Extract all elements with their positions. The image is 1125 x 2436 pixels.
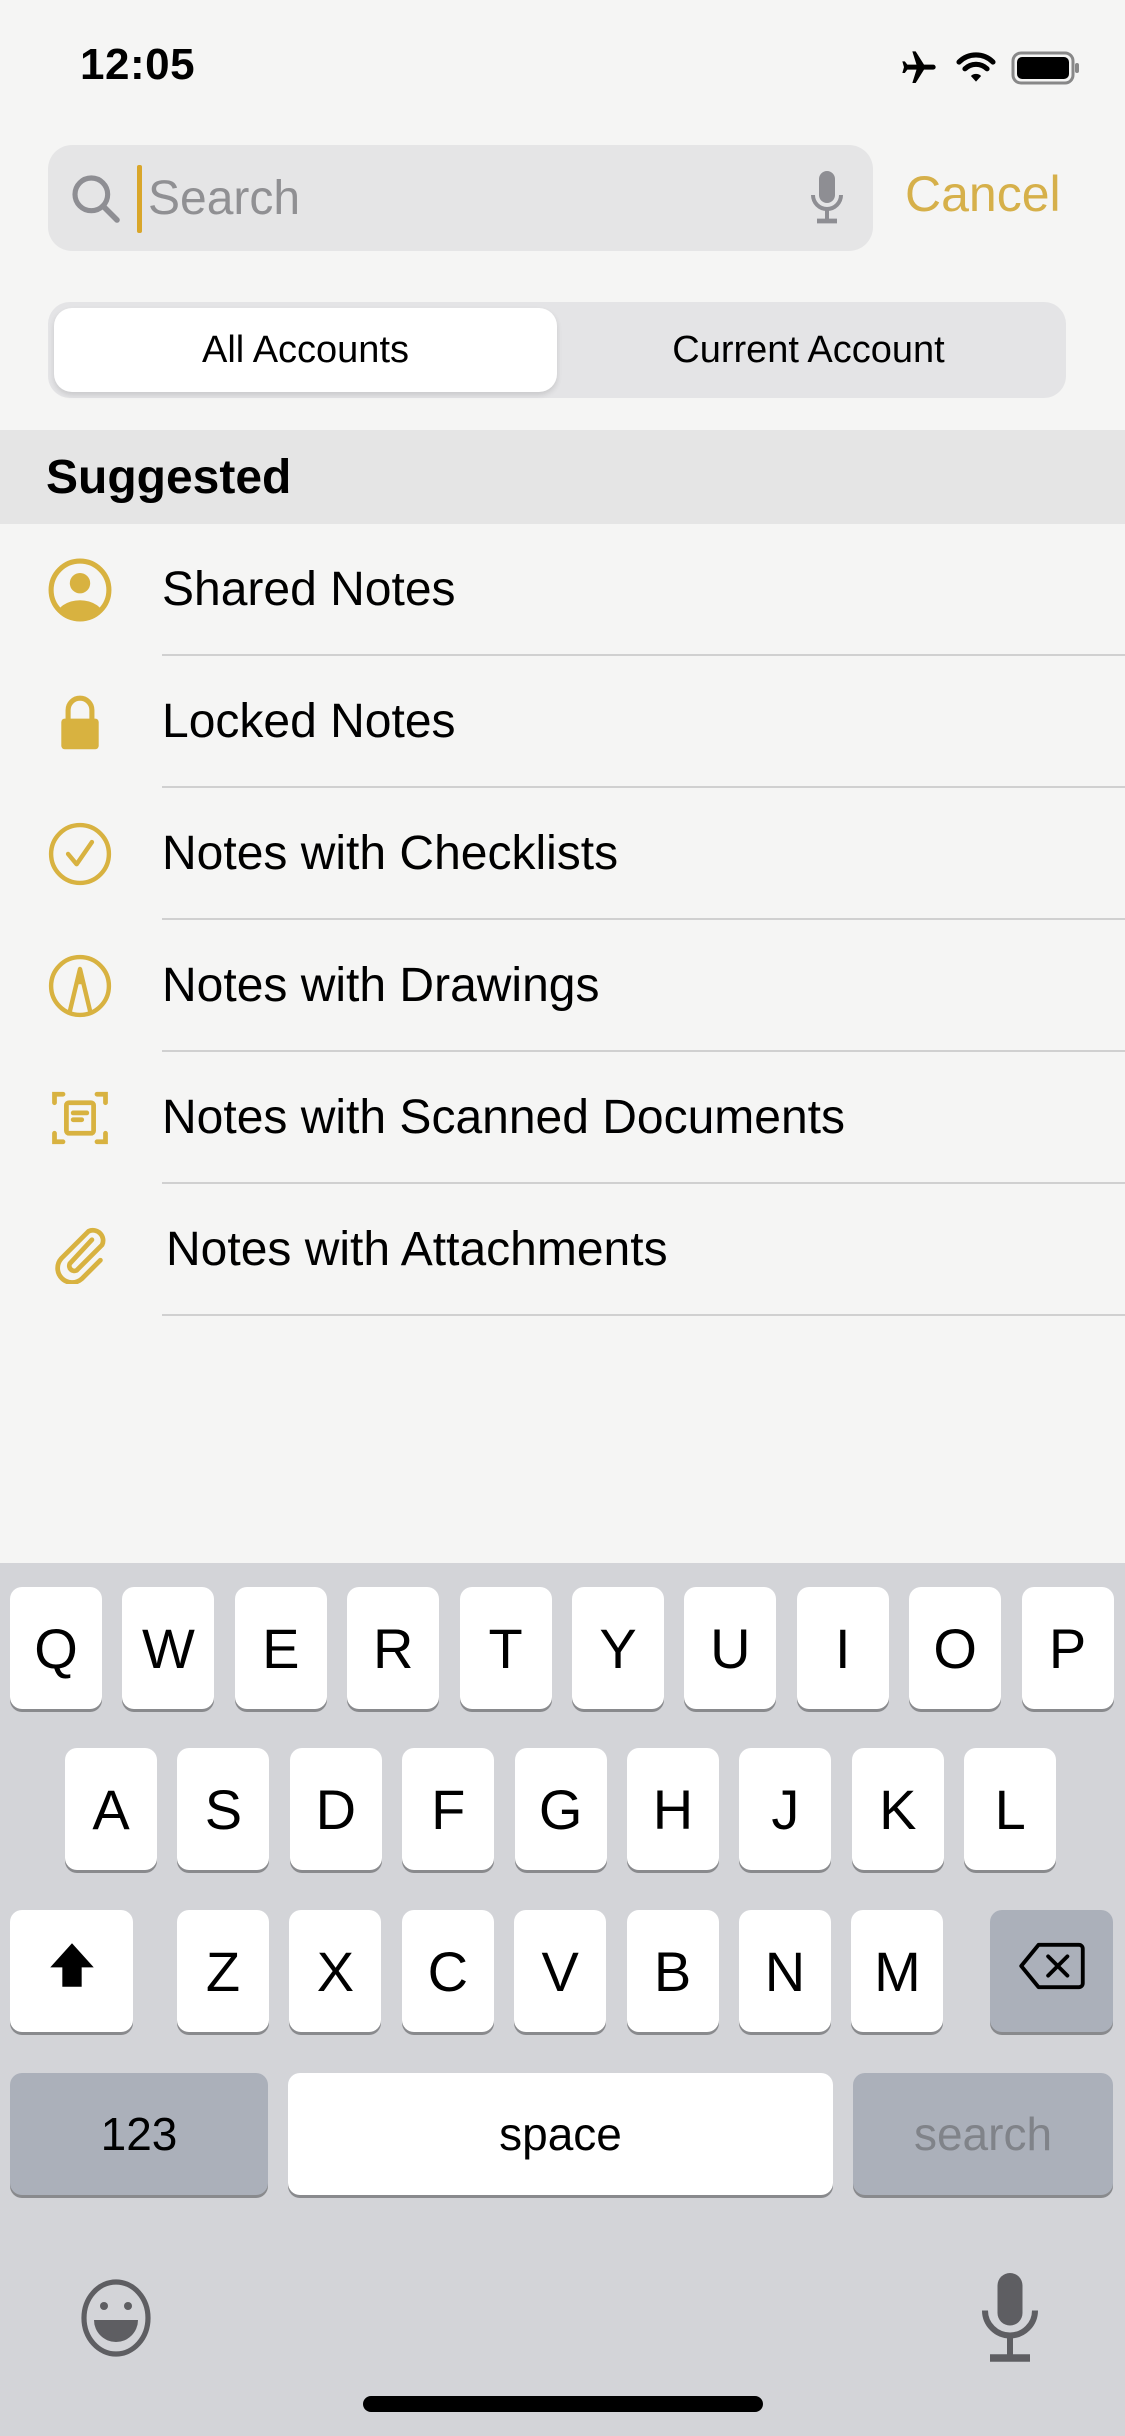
lock-icon [46, 688, 114, 756]
key-o[interactable]: O [909, 1587, 1002, 1709]
space-key[interactable]: space [288, 2073, 833, 2195]
key-m[interactable]: M [851, 1910, 944, 2032]
doc-viewfinder-icon [46, 1084, 114, 1152]
key-c[interactable]: C [401, 1910, 494, 2032]
segment-all-accounts[interactable]: All Accounts [54, 308, 557, 392]
key-p[interactable]: P [1021, 1587, 1114, 1709]
person-circle-icon [46, 556, 114, 624]
key-a[interactable]: A [65, 1748, 157, 1870]
key-n[interactable]: N [739, 1910, 831, 2032]
key-y[interactable]: Y [572, 1587, 664, 1709]
section-header-suggested: Suggested [0, 430, 1125, 524]
list-item-label: Notes with Attachments [166, 1223, 668, 1276]
key-x[interactable]: X [289, 1910, 382, 2032]
key-u[interactable]: U [684, 1587, 777, 1709]
segment-current-account[interactable]: Current Account [557, 308, 1060, 392]
list-item-locked-notes[interactable]: Locked Notes [0, 656, 1125, 788]
search-input[interactable] [138, 145, 818, 251]
divider [162, 1314, 1125, 1316]
list-item-attachments[interactable]: Notes with Attachments [0, 1184, 1125, 1316]
numbers-key[interactable]: 123 [10, 2073, 268, 2195]
key-i[interactable]: I [796, 1587, 889, 1709]
key-b[interactable]: B [626, 1910, 719, 2032]
key-t[interactable]: T [459, 1587, 552, 1709]
key-e[interactable]: E [234, 1587, 327, 1709]
key-k[interactable]: K [851, 1748, 944, 1870]
list-item-shared-notes[interactable]: Shared Notes [0, 524, 1125, 656]
search-return-key[interactable]: search [853, 2073, 1113, 2195]
key-v[interactable]: V [514, 1910, 607, 2032]
list-item-drawings[interactable]: Notes with Drawings [0, 920, 1125, 1052]
list-item-label: Notes with Drawings [162, 959, 600, 1012]
delete-key[interactable] [990, 1910, 1113, 2032]
paperclip-icon [46, 1216, 114, 1285]
status-icons [897, 48, 1081, 88]
delete-backspace-icon [1017, 1939, 1087, 2004]
airplane-icon [897, 48, 941, 88]
status-time: 12:05 [80, 40, 196, 89]
wifi-icon [955, 51, 997, 85]
key-z[interactable]: Z [177, 1910, 269, 2032]
list-item-label: Notes with Scanned Documents [162, 1091, 846, 1144]
list-item-label: Locked Notes [162, 695, 456, 748]
search-bar[interactable] [48, 145, 873, 251]
list-item-label: Notes with Checklists [162, 827, 619, 880]
key-j[interactable]: J [739, 1748, 832, 1870]
home-indicator[interactable] [363, 2396, 763, 2412]
key-s[interactable]: S [177, 1748, 270, 1870]
key-w[interactable]: W [122, 1587, 215, 1709]
search-icon [68, 171, 124, 232]
shift-key[interactable] [10, 1910, 133, 2032]
key-r[interactable]: R [347, 1587, 440, 1709]
key-q[interactable]: Q [10, 1587, 102, 1709]
suggested-list: Shared Notes Locked Notes Notes with Che… [0, 524, 1125, 1316]
list-item-scanned-documents[interactable]: Notes with Scanned Documents [0, 1052, 1125, 1184]
account-scope-segmented-control: All Accounts Current Account [48, 302, 1066, 398]
list-item-label: Shared Notes [162, 563, 456, 616]
cancel-button[interactable]: Cancel [905, 165, 1061, 223]
battery-icon [1011, 51, 1081, 85]
key-h[interactable]: H [627, 1748, 719, 1870]
checkmark-circle-icon [46, 820, 114, 888]
dictation-mic-icon[interactable] [807, 167, 847, 232]
key-f[interactable]: F [402, 1748, 495, 1870]
key-d[interactable]: D [289, 1748, 382, 1870]
list-item-checklists[interactable]: Notes with Checklists [0, 788, 1125, 920]
key-l[interactable]: L [964, 1748, 1057, 1870]
pencil-tip-circle-icon [46, 952, 114, 1020]
key-g[interactable]: G [514, 1748, 607, 1870]
dictation-mic-icon[interactable] [975, 2268, 1045, 2373]
status-bar: 12:05 [0, 0, 1125, 130]
shift-arrow-icon [43, 1936, 101, 2007]
keyboard: QWERTYUIOP ASDFGHJKL ZXCVBNM 123 space s… [0, 1563, 1125, 2436]
emoji-icon[interactable] [76, 2278, 156, 2363]
